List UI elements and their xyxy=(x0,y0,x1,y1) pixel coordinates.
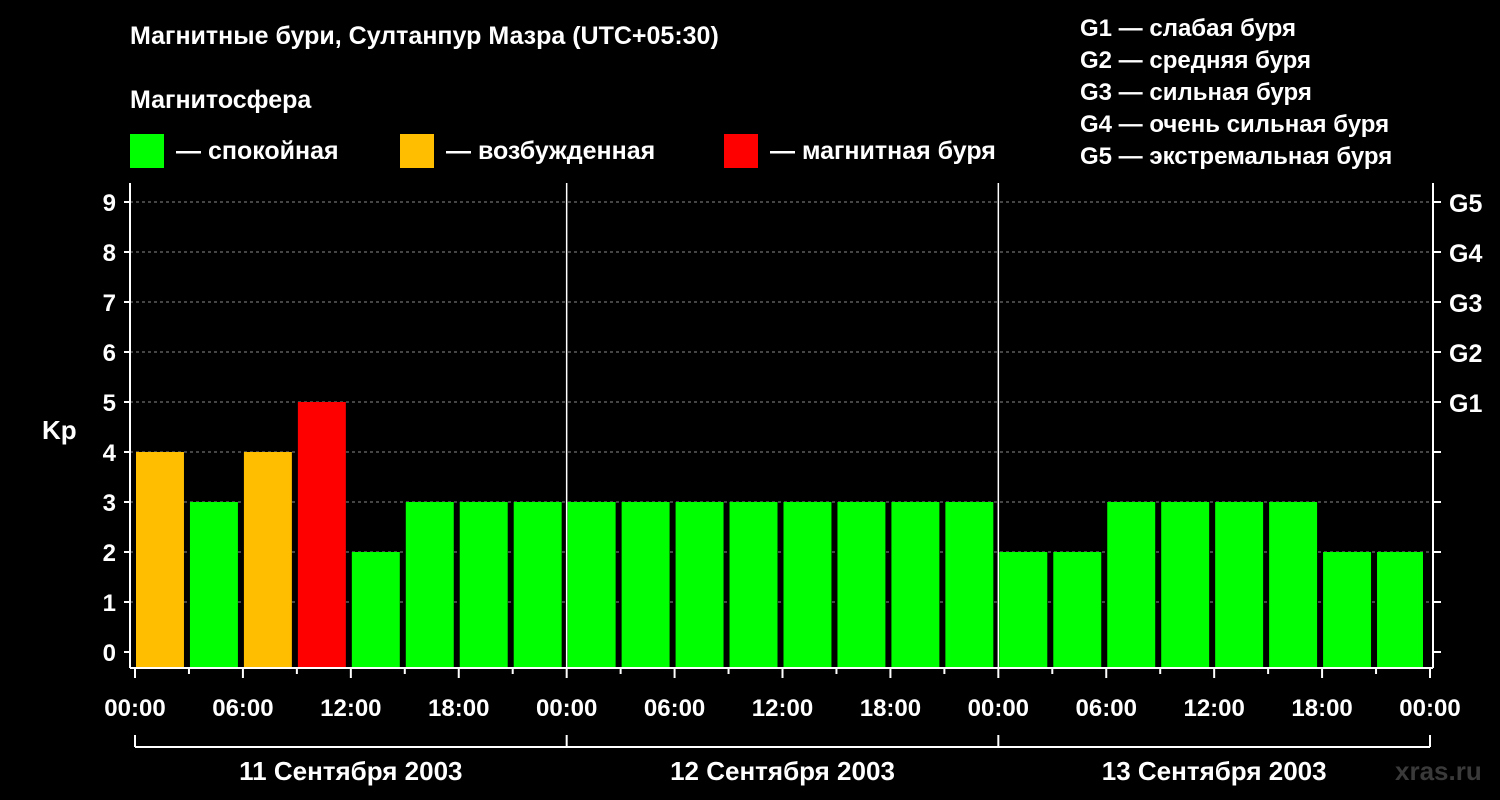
kp-bar xyxy=(783,502,832,667)
g-level-label: G2 xyxy=(1449,340,1482,368)
kp-bar xyxy=(513,502,562,667)
kp-bar xyxy=(1107,502,1156,667)
kp-bar xyxy=(297,402,346,667)
y-tick-label: 4 xyxy=(103,440,117,467)
kp-chart: 0 1 2 3 4 5 6 7 8 9 G1 G2 G3 G4 G5 Kp 00:00 06:00 12:00 18:… xyxy=(42,183,1482,786)
x-tick-label: 00:00 xyxy=(104,695,165,722)
g-level-label: G3 xyxy=(1449,290,1482,318)
kp-bar xyxy=(1053,552,1102,667)
x-tick-label: 12:00 xyxy=(320,695,381,722)
x-tick-label: 18:00 xyxy=(1291,695,1352,722)
kp-bar xyxy=(1269,502,1318,667)
kp-bar xyxy=(675,502,724,667)
x-tick-label: 00:00 xyxy=(968,695,1029,722)
y-tick-label: 9 xyxy=(103,190,116,217)
day-label: 12 Сентября 2003 xyxy=(670,756,895,786)
kp-bar xyxy=(567,502,616,667)
kp-bar xyxy=(891,502,940,667)
x-tick-label: 06:00 xyxy=(212,695,273,722)
y-tick-label: 7 xyxy=(103,290,116,317)
kp-bar xyxy=(243,452,292,667)
g-level-label: G5 xyxy=(1449,190,1482,218)
kp-bar xyxy=(621,502,670,667)
kp-bar xyxy=(1161,502,1210,667)
kp-bar xyxy=(405,502,454,667)
kp-bar xyxy=(189,502,238,667)
y-tick-label: 6 xyxy=(103,340,116,367)
x-tick-label: 12:00 xyxy=(752,695,813,722)
y-tick-label: 5 xyxy=(103,390,116,417)
y-tick-label: 8 xyxy=(103,240,116,267)
x-tick-label: 12:00 xyxy=(1183,695,1244,722)
day-label: 13 Сентября 2003 xyxy=(1102,756,1327,786)
x-tick-label: 00:00 xyxy=(1399,695,1460,722)
g-level-label: G4 xyxy=(1449,240,1482,268)
y-tick-label: 3 xyxy=(103,490,116,517)
kp-bar xyxy=(1323,552,1372,667)
kp-bar xyxy=(136,452,184,667)
kp-bar xyxy=(729,502,778,667)
x-tick-label: 06:00 xyxy=(1076,695,1137,722)
y-tick-label: 0 xyxy=(103,640,116,667)
y-tick-label: 2 xyxy=(103,540,116,567)
watermark: xras.ru xyxy=(1395,756,1482,786)
y-tick-label: 1 xyxy=(103,590,116,617)
y-axis-label: Kp xyxy=(42,415,77,445)
g-level-label: G1 xyxy=(1449,390,1482,418)
kp-bar xyxy=(945,502,994,667)
kp-bar xyxy=(459,502,508,667)
kp-bar xyxy=(1377,552,1423,667)
x-tick-label: 18:00 xyxy=(428,695,489,722)
x-tick-label: 00:00 xyxy=(536,695,597,722)
x-tick-label: 18:00 xyxy=(860,695,921,722)
x-tick-label: 06:00 xyxy=(644,695,705,722)
kp-bar xyxy=(837,502,886,667)
day-label: 11 Сентября 2003 xyxy=(239,756,462,786)
kp-bar xyxy=(351,552,400,667)
kp-bar xyxy=(1215,502,1264,667)
kp-bar xyxy=(999,552,1048,667)
